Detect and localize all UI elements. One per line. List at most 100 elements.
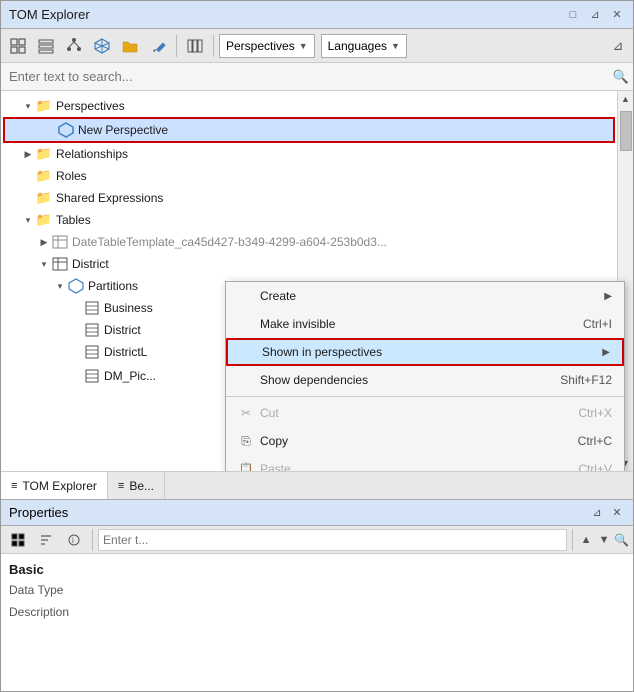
menu-item-copy[interactable]: ⎘ Copy Ctrl+C bbox=[226, 427, 624, 455]
close-button[interactable]: ✕ bbox=[609, 7, 625, 23]
languages-dropdown[interactable]: Languages ▼ bbox=[321, 34, 407, 58]
menu-item-make-invisible[interactable]: Make invisible Ctrl+I bbox=[226, 310, 624, 338]
context-menu: Create ▶ Make invisible Ctrl+I Shown in … bbox=[225, 281, 625, 471]
perspective-icon bbox=[57, 121, 75, 139]
pin-icon[interactable]: ⊿ bbox=[607, 35, 629, 57]
district-label: District bbox=[72, 257, 109, 271]
cube-button[interactable] bbox=[89, 33, 115, 59]
props-sep bbox=[92, 529, 93, 551]
props-search-icon: 🔍 bbox=[614, 533, 629, 547]
pin-button[interactable]: ⊿ bbox=[587, 7, 603, 23]
menu-item-show-dependencies[interactable]: Show dependencies Shift+F12 bbox=[226, 366, 624, 394]
districtl-label: DistrictL bbox=[104, 345, 147, 359]
search-input[interactable] bbox=[5, 69, 613, 84]
tree-node-relationships[interactable]: ▶ 📁 Relationships bbox=[1, 143, 617, 165]
properties-close-button[interactable]: ✕ bbox=[609, 505, 625, 521]
svg-text:i: i bbox=[72, 536, 74, 545]
folder-icon-roles: 📁 bbox=[35, 167, 53, 185]
properties-title-bar: Properties ⊿ ✕ bbox=[1, 500, 633, 526]
pencil-button[interactable] bbox=[145, 33, 171, 59]
scroll-thumb[interactable] bbox=[620, 111, 632, 151]
expand-perspectives-icon: ▾ bbox=[21, 101, 35, 112]
tree-node-district-measure[interactable]: ▶ District bbox=[1, 319, 221, 341]
show-deps-shortcut: Shift+F12 bbox=[560, 373, 612, 387]
hierarchy-button[interactable] bbox=[61, 33, 87, 59]
props-grid-button[interactable] bbox=[5, 527, 31, 553]
folder-icon-tables: 📁 bbox=[35, 211, 53, 229]
tree-container: ▾ 📁 Perspectives New Perspective ▶ 📁 Rel… bbox=[1, 91, 633, 471]
make-invisible-icon bbox=[238, 316, 254, 332]
tree-node-tables[interactable]: ▾ 📁 Tables bbox=[1, 209, 617, 231]
measure-icon-dm-pic bbox=[83, 367, 101, 385]
expand-tables-icon: ▾ bbox=[21, 215, 35, 226]
copy-label: Copy bbox=[260, 434, 288, 448]
menu-item-shown-in-perspectives[interactable]: Shown in perspectives ▶ bbox=[226, 338, 624, 366]
tree-node-datetable[interactable]: ▶ DateTableTemplate_ca45d427-b349-4299-a… bbox=[1, 231, 617, 253]
expand-relationships-icon: ▶ bbox=[21, 149, 35, 160]
basic-section: Basic bbox=[9, 558, 625, 579]
measure-icon-business bbox=[83, 299, 101, 317]
shown-arrow: ▶ bbox=[602, 347, 610, 358]
tree-node-roles[interactable]: ▶ 📁 Roles bbox=[1, 165, 617, 187]
create-icon bbox=[238, 288, 254, 304]
tree-node-new-perspective[interactable]: New Perspective bbox=[3, 117, 615, 143]
copy-icon: ⎘ bbox=[238, 433, 254, 449]
properties-pin-button[interactable]: ⊿ bbox=[589, 505, 605, 521]
scroll-up-arrow[interactable]: ▲ bbox=[618, 91, 634, 107]
grid1-button[interactable] bbox=[5, 33, 31, 59]
tree-node-shared-expressions[interactable]: ▶ 📁 Shared Expressions bbox=[1, 187, 617, 209]
minimize-button[interactable]: □ bbox=[565, 7, 581, 23]
description-label: Description bbox=[9, 605, 129, 619]
menu-item-create[interactable]: Create ▶ bbox=[226, 282, 624, 310]
tab-tom-label: TOM Explorer bbox=[22, 479, 96, 493]
business-label: Business bbox=[104, 301, 153, 315]
title-controls: □ ⊿ ✕ bbox=[565, 7, 625, 23]
properties-panel: Properties ⊿ ✕ i ▲ ▼ 🔍 Basic bbox=[1, 499, 633, 629]
shown-icon bbox=[240, 344, 256, 360]
tree-node-business[interactable]: ▶ Business bbox=[1, 297, 221, 319]
measure-icon-district bbox=[83, 321, 101, 339]
columns-button[interactable] bbox=[182, 33, 208, 59]
cut-icon: ✂ bbox=[238, 405, 254, 421]
tree-node-districtl[interactable]: ▶ DistrictL bbox=[1, 341, 221, 363]
languages-dropdown-arrow: ▼ bbox=[391, 41, 400, 51]
search-icon: 🔍 bbox=[613, 69, 629, 85]
table-icon-datetable bbox=[51, 233, 69, 251]
folder-icon-relationships: 📁 bbox=[35, 145, 53, 163]
paste-icon: 📋 bbox=[238, 461, 254, 471]
tree-node-perspectives[interactable]: ▾ 📁 Perspectives bbox=[1, 95, 617, 117]
make-invisible-label: Make invisible bbox=[260, 317, 335, 331]
tab-tom-explorer[interactable]: ≡ TOM Explorer bbox=[1, 472, 108, 499]
paste-shortcut: Ctrl+V bbox=[578, 462, 612, 471]
search-bar: 🔍 bbox=[1, 63, 633, 91]
shared-expressions-label: Shared Expressions bbox=[56, 191, 163, 205]
copy-shortcut: Ctrl+C bbox=[578, 434, 612, 448]
props-scroll-up[interactable]: ▲ bbox=[578, 532, 594, 548]
perspectives-dropdown-label: Perspectives bbox=[226, 39, 295, 53]
menu-item-paste[interactable]: 📋 Paste Ctrl+V bbox=[226, 455, 624, 471]
grid2-button[interactable] bbox=[33, 33, 59, 59]
partition-icon bbox=[67, 277, 85, 295]
make-invisible-shortcut: Ctrl+I bbox=[583, 317, 612, 331]
tab-bar: ≡ TOM Explorer ≡ Be... bbox=[1, 471, 633, 499]
props-search-input[interactable] bbox=[98, 529, 567, 551]
tab-be[interactable]: ≡ Be... bbox=[108, 472, 165, 499]
description-row: Description bbox=[9, 601, 625, 623]
perspectives-dropdown[interactable]: Perspectives ▼ bbox=[219, 34, 315, 58]
paste-label: Paste bbox=[260, 462, 291, 471]
relationships-label: Relationships bbox=[56, 147, 128, 161]
props-scroll-down[interactable]: ▼ bbox=[596, 532, 612, 548]
tree-node-district[interactable]: ▾ District bbox=[1, 253, 617, 275]
tab-be-icon: ≡ bbox=[118, 480, 124, 492]
tree-node-dm-pic[interactable]: ▶ DM_Pic... bbox=[1, 365, 221, 387]
dm-pic-label: DM_Pic... bbox=[104, 369, 156, 383]
menu-item-cut[interactable]: ✂ Cut Ctrl+X bbox=[226, 399, 624, 427]
show-deps-label: Show dependencies bbox=[260, 373, 368, 387]
tab-tom-icon: ≡ bbox=[11, 480, 17, 492]
props-sort-button[interactable] bbox=[33, 527, 59, 553]
data-type-row: Data Type bbox=[9, 579, 625, 601]
toolbar-sep1 bbox=[176, 35, 177, 57]
props-action-button[interactable]: i bbox=[61, 527, 87, 553]
folder-button[interactable] bbox=[117, 33, 143, 59]
expand-district-icon: ▾ bbox=[37, 259, 51, 270]
